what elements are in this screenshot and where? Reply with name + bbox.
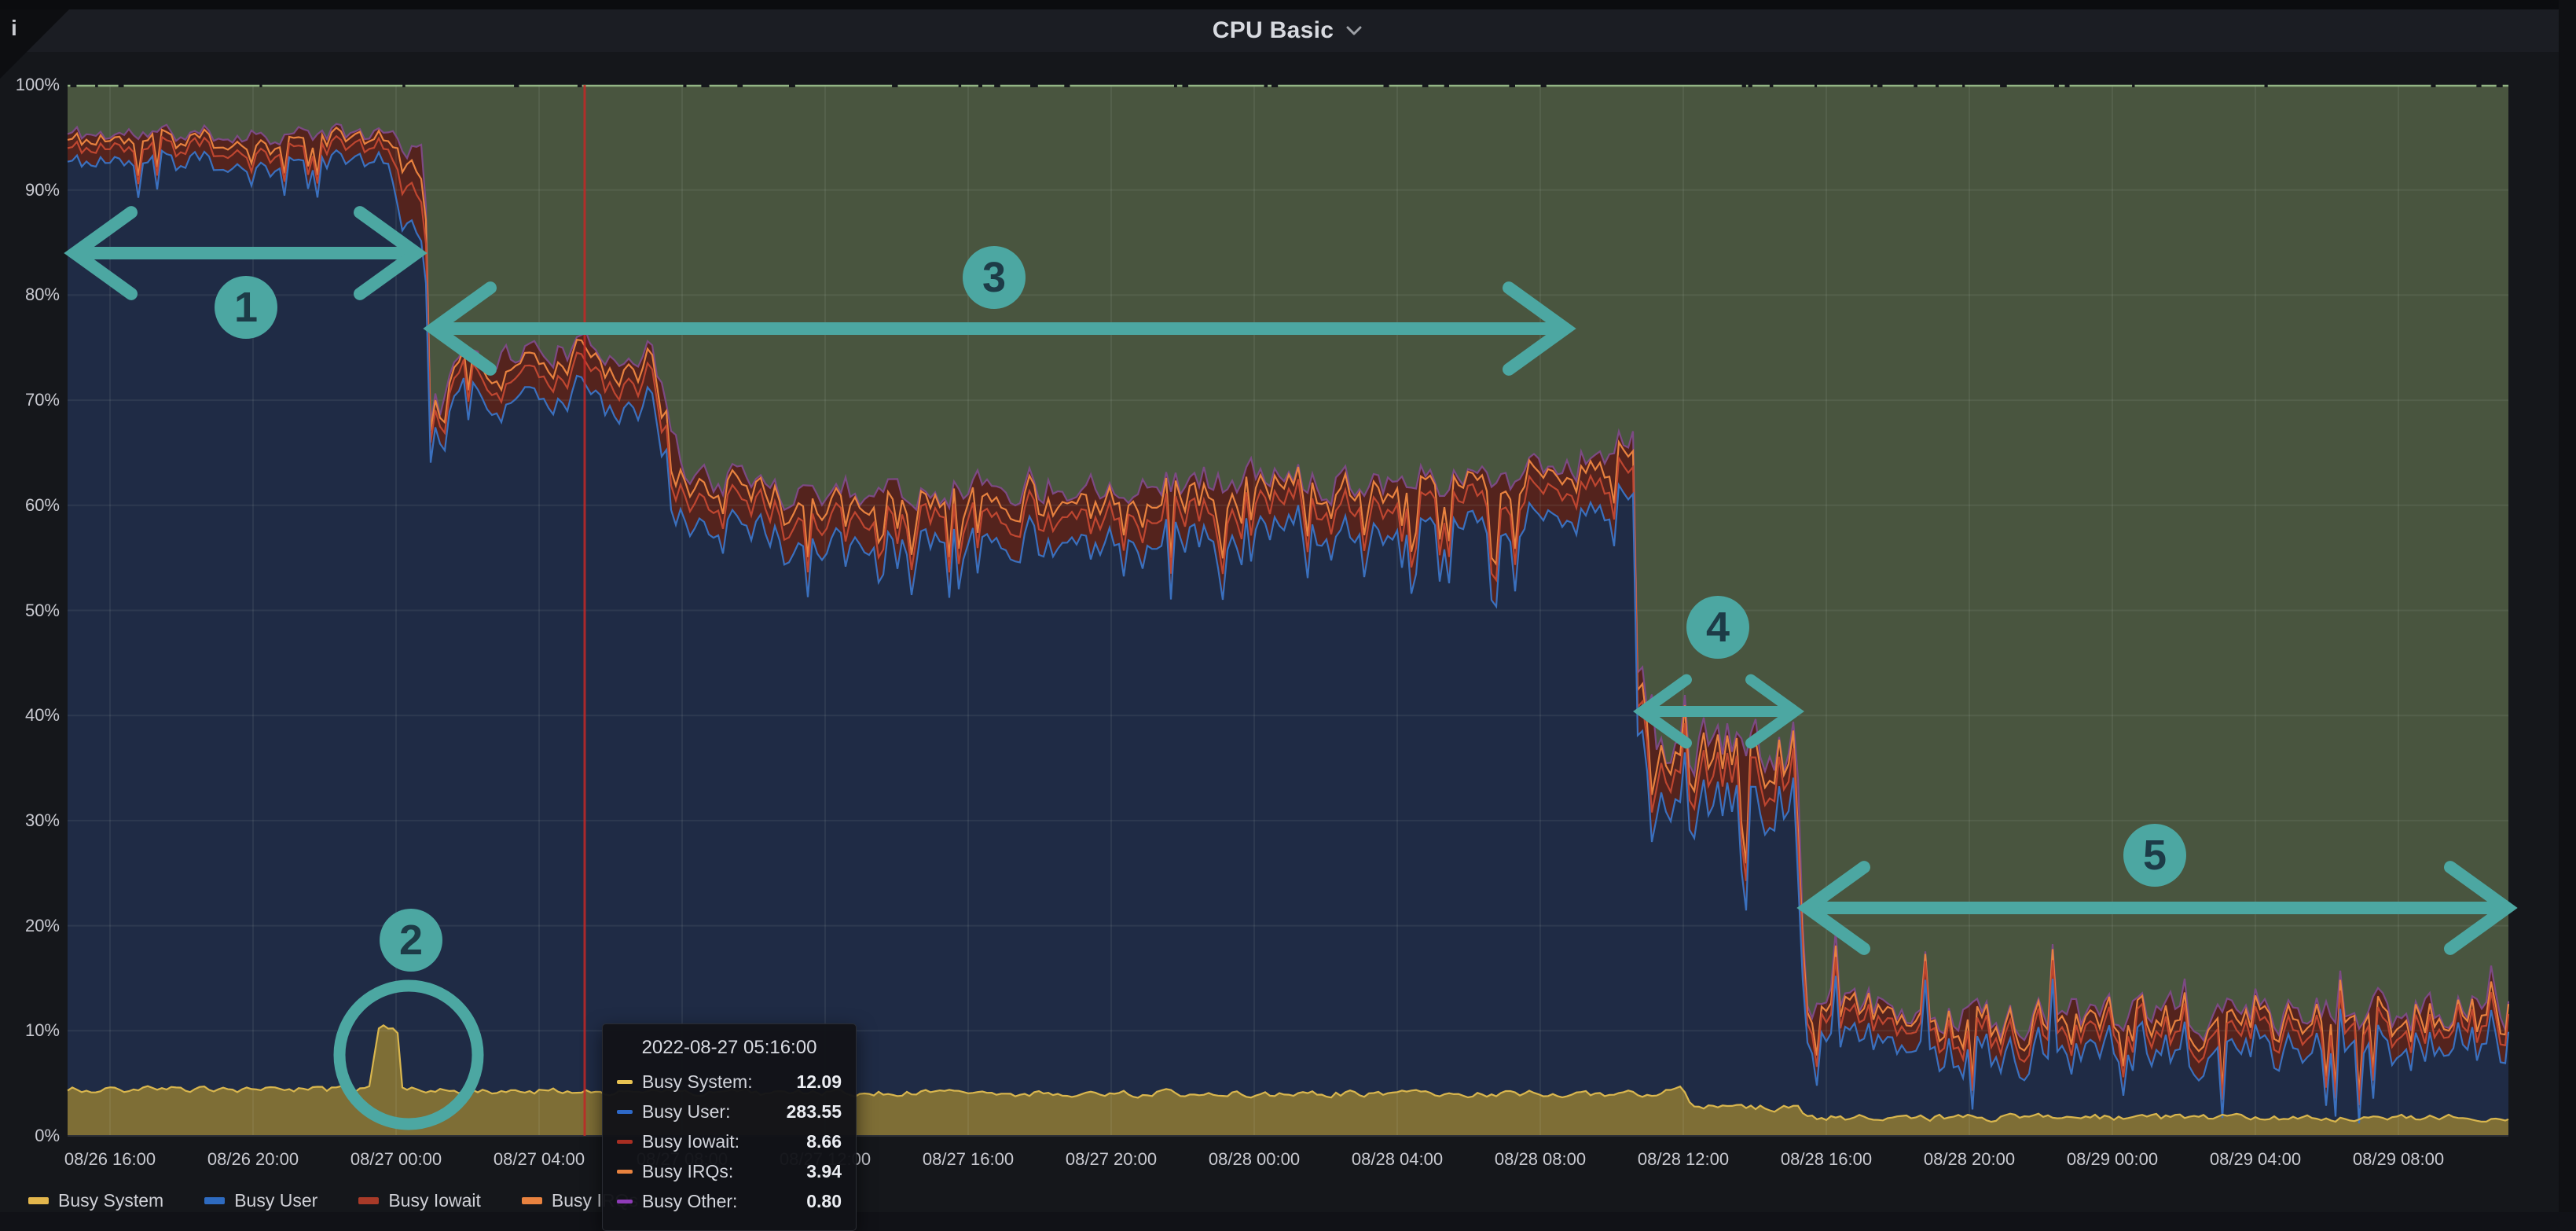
tooltip-series-value: 0.80 <box>806 1191 842 1212</box>
series-swatch-icon <box>617 1170 633 1174</box>
legend: Busy SystemBusy UserBusy IowaitBusy IRQs <box>28 1190 638 1211</box>
tooltip-series-label: Busy User: <box>642 1101 787 1123</box>
series-swatch-icon <box>617 1080 633 1084</box>
x-tick-label: 08/27 00:00 <box>350 1149 442 1170</box>
x-tick-label: 08/29 04:00 <box>2210 1149 2301 1170</box>
tooltip-row: Busy IRQs:3.94 <box>617 1161 842 1182</box>
y-tick-label: 70% <box>0 390 60 410</box>
tooltip-series-label: Busy Other: <box>642 1191 806 1212</box>
scrollbar-track[interactable] <box>2559 0 2576 1212</box>
legend-label: Busy Iowait <box>388 1190 481 1211</box>
x-tick-label: 08/29 00:00 <box>2067 1149 2158 1170</box>
x-tick-label: 08/26 16:00 <box>64 1149 156 1170</box>
tooltip-timestamp: 2022-08-27 05:16:00 <box>617 1037 842 1059</box>
tooltip-row: Busy System:12.09 <box>617 1071 842 1093</box>
y-tick-label: 100% <box>0 75 60 95</box>
legend-swatch-icon <box>28 1197 49 1204</box>
y-tick-label: 60% <box>0 495 60 516</box>
legend-item-busy-system[interactable]: Busy System <box>28 1190 163 1211</box>
tooltip-series-value: 283.55 <box>787 1101 842 1123</box>
x-tick-label: 08/27 20:00 <box>1066 1149 1157 1170</box>
series-swatch-icon <box>617 1110 633 1114</box>
x-tick-label: 08/28 16:00 <box>1781 1149 1872 1170</box>
tooltip-row: Busy Iowait:8.66 <box>617 1131 842 1152</box>
x-tick-label: 08/28 12:00 <box>1638 1149 1729 1170</box>
x-tick-label: 08/28 00:00 <box>1209 1149 1300 1170</box>
x-tick-label: 08/28 04:00 <box>1352 1149 1443 1170</box>
y-tick-label: 0% <box>0 1126 60 1146</box>
tooltip-series-value: 3.94 <box>806 1161 842 1182</box>
y-tick-label: 50% <box>0 601 60 621</box>
x-tick-label: 08/29 08:00 <box>2353 1149 2444 1170</box>
x-tick-label: 08/27 16:00 <box>923 1149 1014 1170</box>
y-tick-label: 80% <box>0 285 60 305</box>
tooltip-series-value: 8.66 <box>806 1131 842 1152</box>
y-tick-label: 30% <box>0 810 60 831</box>
grafana-cpu-panel: { "header": { "title": "CPU Basic", "inf… <box>0 0 2576 1212</box>
series-swatch-icon <box>617 1140 633 1144</box>
cpu-usage-chart[interactable] <box>0 0 2576 1212</box>
y-tick-label: 10% <box>0 1020 60 1041</box>
tooltip-series-label: Busy Iowait: <box>642 1131 806 1152</box>
tooltip-row: Busy Other:0.80 <box>617 1191 842 1212</box>
legend-item-busy-iowait[interactable]: Busy Iowait <box>358 1190 481 1211</box>
y-tick-label: 40% <box>0 705 60 726</box>
tooltip-row: Busy User:283.55 <box>617 1101 842 1123</box>
series-swatch-icon <box>617 1200 633 1203</box>
tooltip-series-label: Busy System: <box>642 1071 796 1093</box>
legend-label: Busy System <box>58 1190 163 1211</box>
legend-item-busy-user[interactable]: Busy User <box>204 1190 317 1211</box>
legend-label: Busy User <box>234 1190 317 1211</box>
x-tick-label: 08/28 20:00 <box>1924 1149 2015 1170</box>
y-tick-label: 90% <box>0 180 60 200</box>
x-tick-label: 08/28 08:00 <box>1495 1149 1586 1170</box>
y-tick-label: 20% <box>0 916 60 936</box>
chart-tooltip: 2022-08-27 05:16:00 Busy System:12.09Bus… <box>602 1023 857 1231</box>
legend-swatch-icon <box>358 1197 379 1204</box>
tooltip-series-label: Busy IRQs: <box>642 1161 806 1182</box>
tooltip-series-value: 12.09 <box>796 1071 842 1093</box>
x-tick-label: 08/26 20:00 <box>207 1149 299 1170</box>
legend-swatch-icon <box>204 1197 225 1204</box>
x-tick-label: 08/27 04:00 <box>494 1149 585 1170</box>
legend-swatch-icon <box>522 1197 542 1204</box>
